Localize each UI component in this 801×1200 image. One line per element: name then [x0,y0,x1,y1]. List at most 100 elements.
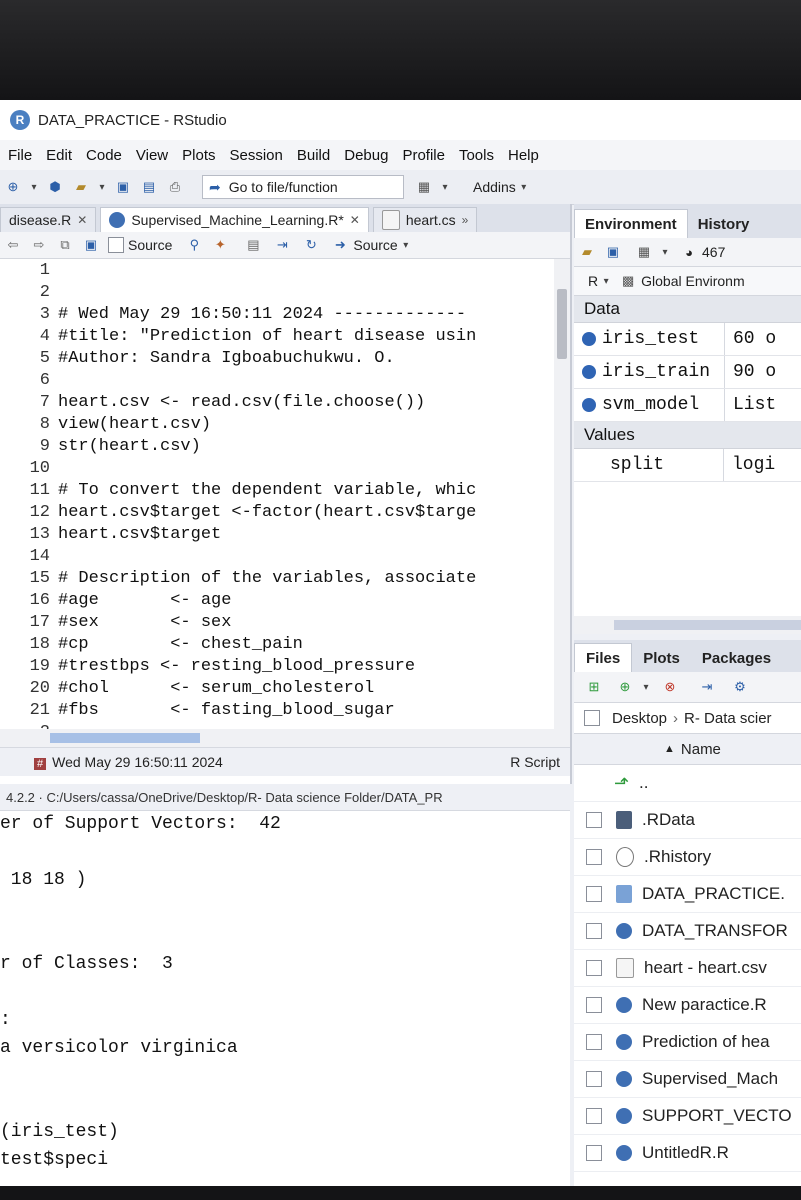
code-line[interactable]: 8 view(heart.csv) [0,413,211,435]
file-checkbox[interactable] [586,1108,602,1124]
save-all-icon[interactable]: ▤ [139,178,159,196]
import-dataset-icon[interactable]: ▦ [634,243,654,261]
code-line[interactable]: 11 # To convert the dependent variable, w… [0,479,477,501]
dropdown-icon[interactable]: ▾ [519,178,529,196]
code-line[interactable]: 6 [0,369,58,391]
dropdown-icon[interactable]: ▾ [29,178,39,196]
menu-view[interactable]: View [136,147,168,164]
file-checkbox[interactable] [586,1034,602,1050]
close-icon[interactable]: ✕ [77,213,87,227]
env-row-split[interactable]: split logi [574,449,801,482]
save-icon[interactable]: ▣ [81,236,101,254]
parent-directory-row[interactable]: ⬏ .. [574,765,801,802]
language-selector[interactable]: R [588,273,598,289]
code-line[interactable]: 2 [0,281,58,303]
env-row-iris-test[interactable]: iris_test 60 o [574,323,801,356]
file-row[interactable]: .Rhistory [574,839,801,876]
source-button[interactable]: Source [353,237,397,253]
code-line[interactable]: 7 heart.csv <- read.csv(file.choose()) [0,391,425,413]
menu-code[interactable]: Code [86,147,122,164]
show-in-window-icon[interactable]: ⧉ [55,236,75,254]
scope-selector[interactable]: Global Environm [641,273,745,289]
addins-menu[interactable]: Addins [473,179,516,195]
dropdown-icon[interactable]: ▾ [97,178,107,196]
new-project-icon[interactable]: ⬢ [45,178,65,196]
file-row[interactable]: heart - heart.csv [574,950,801,987]
code-line[interactable]: 20 #chol <- serum_cholesterol [0,677,375,699]
code-line[interactable]: 16 #age <- age [0,589,232,611]
select-all-checkbox[interactable] [584,710,600,726]
code-line[interactable]: 15 # Description of the variables, associ… [0,567,477,589]
save-icon[interactable]: ▣ [113,178,133,196]
env-row-iris-train[interactable]: iris_train 90 o [574,356,801,389]
file-name[interactable]: DATA_PRACTICE. [642,884,785,904]
file-name[interactable]: DATA_TRANSFOR [642,921,788,941]
tab-heart-csv[interactable]: heart.cs » [372,207,478,232]
tab-files[interactable]: Files [574,643,633,672]
expand-icon[interactable] [582,365,596,379]
code-line[interactable]: 4 #title: "Prediction of heart disease us… [0,325,476,347]
code-line[interactable]: 14 [0,545,58,567]
more-tabs-icon[interactable]: » [462,213,469,227]
code-line[interactable]: 19 #trestbps <- resting_blood_pressure [0,655,415,677]
file-row[interactable]: Prediction of hea [574,1024,801,1061]
print-icon[interactable]: ⎙ [165,178,185,196]
file-name[interactable]: .Rhistory [644,847,711,867]
tab-plots[interactable]: Plots [632,644,691,672]
file-checkbox[interactable] [586,997,602,1013]
load-workspace-icon[interactable]: ▰ [577,243,597,261]
horizontal-scrollbar[interactable] [0,729,570,747]
menu-plots[interactable]: Plots [182,147,215,164]
magic-wand-icon[interactable]: ✦ [210,236,230,254]
source-on-save-checkbox[interactable] [108,237,124,253]
file-checkbox[interactable] [586,923,602,939]
code-line[interactable]: 3 # Wed May 29 16:50:11 2024 ------------… [0,303,466,325]
tab-environment[interactable]: Environment [574,209,688,238]
code-line[interactable]: 2 [0,721,58,730]
rename-icon[interactable]: ⇥ [697,678,717,696]
menu-build[interactable]: Build [297,147,330,164]
scroll-thumb[interactable] [557,289,567,359]
close-icon[interactable]: ✕ [350,213,360,227]
code-line[interactable]: 12 heart.csv$target <-factor(heart.csv$ta… [0,501,477,523]
memory-usage[interactable]: 467 [702,244,725,260]
save-icon[interactable]: ▣ [603,243,623,261]
code-line[interactable]: 1 [0,259,58,281]
file-row[interactable]: .RData [574,802,801,839]
file-name[interactable]: New paractice.R [642,995,767,1015]
breadcrumb-folder[interactable]: R- Data scier [684,710,772,727]
file-name[interactable]: heart - heart.csv [644,958,767,978]
menu-help[interactable]: Help [508,147,539,164]
file-name[interactable]: Supervised_Mach [642,1069,778,1089]
code-line[interactable]: 10 [0,457,58,479]
search-icon[interactable]: ⚲ [184,236,204,254]
file-checkbox[interactable] [586,812,602,828]
breadcrumb-desktop[interactable]: Desktop [612,710,667,727]
file-checkbox[interactable] [586,960,602,976]
go-to-file-input[interactable]: ➦ Go to file/function [202,175,404,199]
rerun-icon[interactable]: ↻ [301,236,321,254]
source-arrow-icon[interactable]: ➜ [330,236,350,254]
file-checkbox[interactable] [586,1145,602,1161]
file-name[interactable]: SUPPORT_VECTO [642,1106,792,1126]
menu-file[interactable]: File [8,147,32,164]
open-file-icon[interactable]: ▰ [71,178,91,196]
file-row[interactable]: New paractice.R [574,987,801,1024]
files-column-header[interactable]: ▲ Name [574,734,801,765]
dropdown-icon[interactable]: ▾ [641,678,651,696]
forward-arrow-icon[interactable]: ⇨ [29,236,49,254]
back-arrow-icon[interactable]: ⇦ [3,236,23,254]
delete-icon[interactable]: ⊗ [660,678,680,696]
code-line[interactable]: 17 #sex <- sex [0,611,232,633]
file-row[interactable]: Supervised_Mach [574,1061,801,1098]
file-name[interactable]: .RData [642,810,695,830]
new-blank-file-icon[interactable]: ⊕ [615,678,635,696]
tab-supervised-ml[interactable]: Supervised_Machine_Learning.R* ✕ [100,207,369,232]
section-indicator[interactable]: # Wed May 29 16:50:11 2024 [34,754,223,770]
dropdown-icon[interactable]: ▾ [401,236,411,254]
code-line[interactable]: 13 heart.csv$target [0,523,222,545]
env-row-svm-model[interactable]: svm_model List [574,389,801,422]
menu-edit[interactable]: Edit [46,147,72,164]
tab-history[interactable]: History [688,210,760,238]
menu-tools[interactable]: Tools [459,147,494,164]
